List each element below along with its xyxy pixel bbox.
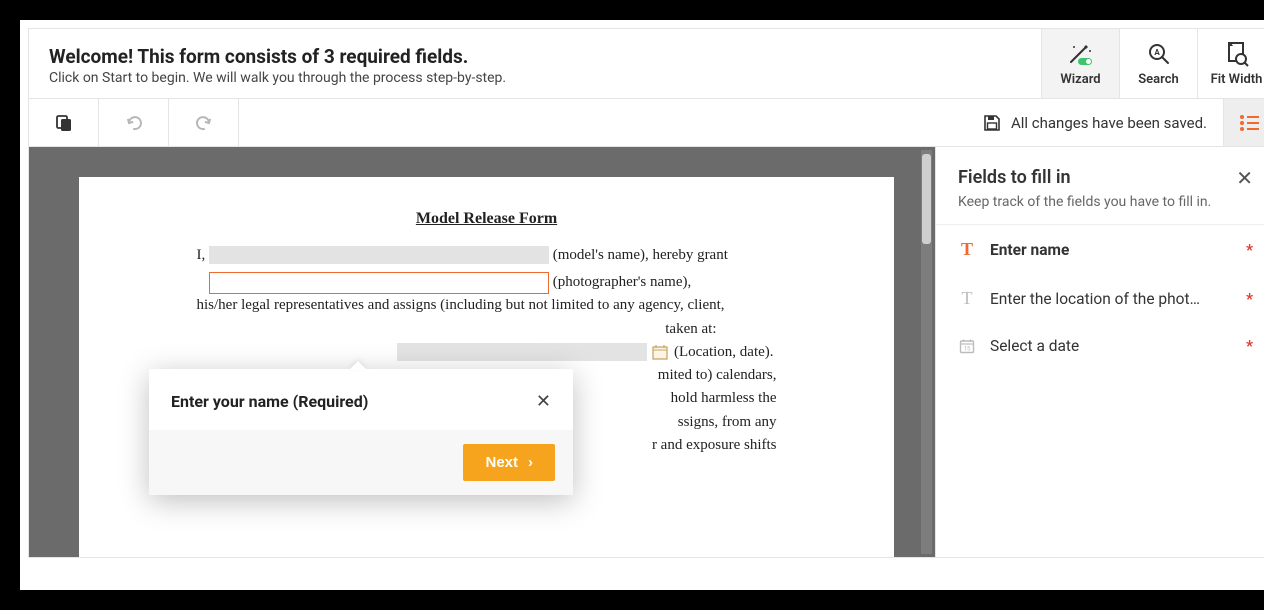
panel-subtitle: Keep track of the fields you have to fil…: [958, 194, 1253, 210]
photographer-name-field[interactable]: [209, 272, 549, 294]
doc-line2-suffix: (photographer's name),: [553, 274, 692, 290]
doc-line8-tail: ssigns, from any: [678, 414, 777, 430]
fit-width-label: Fit Width: [1211, 72, 1263, 87]
popover-title: Enter your name (Required): [171, 392, 368, 411]
panel-close-button[interactable]: ✕: [1236, 168, 1253, 188]
redo-icon: [193, 114, 215, 132]
vertical-scrollbar[interactable]: [921, 150, 932, 554]
doc-line1-prefix: I,: [197, 247, 210, 263]
save-status: All changes have been saved.: [983, 99, 1223, 146]
field-item-name[interactable]: T Enter name *: [936, 225, 1264, 274]
field-item-location[interactable]: T Enter the location of the phot… *: [936, 274, 1264, 323]
calendar-icon: 15: [958, 338, 976, 354]
search-icon: A: [1147, 40, 1171, 68]
wizard-label: Wizard: [1060, 72, 1100, 87]
text-icon: T: [958, 288, 976, 309]
wizard-popover: Enter your name (Required) ✕ Next ›: [149, 369, 573, 495]
doc-line-2: I, (photographer's name),: [197, 271, 777, 294]
document-viewport[interactable]: Model Release Form I, (model's name), he…: [29, 147, 935, 557]
save-status-text: All changes have been saved.: [1011, 114, 1207, 132]
redo-button[interactable]: [169, 99, 239, 146]
wizard-icon: [1068, 40, 1094, 68]
undo-button[interactable]: [99, 99, 169, 146]
popover-close-button[interactable]: ✕: [536, 391, 551, 412]
header-actions: Wizard A Search: [1041, 29, 1264, 98]
text-icon: T: [958, 239, 976, 260]
search-label: Search: [1138, 72, 1179, 87]
copy-button[interactable]: [29, 99, 99, 146]
chevron-right-icon: ›: [528, 454, 533, 471]
doc-line-4: taken at:: [197, 318, 777, 341]
document-title: Model Release Form: [129, 207, 844, 232]
welcome-title: Welcome! This form consists of 3 require…: [49, 45, 506, 68]
wizard-button[interactable]: Wizard: [1041, 29, 1119, 98]
save-icon: [983, 114, 1001, 132]
popover-arrow: [349, 361, 367, 370]
top-bar: Welcome! This form consists of 3 require…: [29, 29, 1264, 99]
doc-line6-tail: mited to) calendars,: [658, 367, 777, 383]
required-star: *: [1246, 241, 1253, 259]
doc-line-5: (Location, date).: [197, 341, 777, 364]
fit-width-button[interactable]: Fit Width: [1197, 29, 1264, 98]
fit-width-icon: [1225, 40, 1249, 68]
field-item-date[interactable]: 15 Select a date *: [936, 323, 1264, 369]
field-label: Select a date: [990, 337, 1232, 355]
content-area: Model Release Form I, (model's name), he…: [29, 147, 1264, 557]
next-button-label: Next: [485, 454, 518, 471]
field-label: Enter name: [990, 241, 1232, 259]
fields-panel: Fields to fill in ✕ Keep track of the fi…: [935, 147, 1264, 557]
scrollbar-thumb[interactable]: [922, 154, 931, 244]
welcome-block: Welcome! This form consists of 3 require…: [29, 29, 526, 98]
model-name-field[interactable]: [209, 246, 549, 264]
next-button[interactable]: Next ›: [463, 444, 555, 481]
document-page: Model Release Form I, (model's name), he…: [79, 177, 894, 557]
doc-line5-suffix: (Location, date).: [674, 344, 774, 360]
calendar-icon: [652, 344, 668, 360]
doc-line-3: his/her legal representatives and assign…: [197, 294, 777, 317]
doc-line1-suffix: (model's name), hereby grant: [553, 247, 728, 263]
copy-icon: [54, 113, 74, 133]
required-star: *: [1246, 290, 1253, 308]
required-star: *: [1246, 337, 1253, 355]
fields-panel-toggle[interactable]: [1223, 99, 1264, 146]
toolbar: All changes have been saved.: [29, 99, 1264, 147]
svg-text:15: 15: [964, 346, 971, 353]
checklist-icon: [1239, 114, 1261, 132]
doc-line7-tail: hold harmless the: [671, 390, 777, 406]
panel-title: Fields to fill in: [958, 167, 1071, 188]
undo-icon: [123, 114, 145, 132]
doc-line4-suffix: taken at:: [665, 321, 716, 337]
search-button[interactable]: A Search: [1119, 29, 1197, 98]
welcome-subtitle: Click on Start to begin. We will walk yo…: [49, 70, 506, 86]
doc-line-1: I, (model's name), hereby grant: [197, 244, 777, 267]
svg-text:A: A: [1154, 48, 1160, 57]
location-date-field[interactable]: [397, 343, 647, 361]
field-label: Enter the location of the phot…: [990, 290, 1232, 308]
doc-line9-tail: r and exposure shifts: [652, 437, 777, 453]
